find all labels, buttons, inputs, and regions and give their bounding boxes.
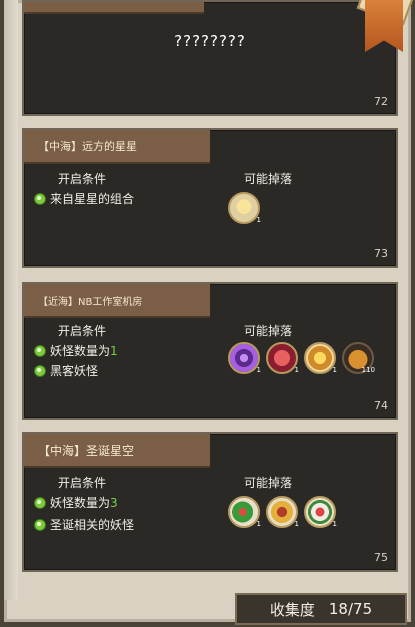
drop-qty: 1 [256, 216, 261, 224]
condition-text: 来自星星的组合 [50, 192, 135, 206]
scene-card-72[interactable]: ???????? 72 [22, 0, 398, 116]
scene-card-74[interactable]: 【近海】NB工作室机房 开启条件 可能掉落 妖怪数量为 1 黑客妖怪 1 1 1… [22, 282, 398, 420]
drop-list: 1 1 1 110 [228, 342, 375, 374]
collection-label: 收集度 [269, 600, 315, 619]
scroll-rail[interactable] [4, 0, 18, 600]
green-dot-icon [34, 192, 46, 205]
card-tab-strip [24, 2, 204, 14]
drop-qty: 1 [294, 520, 299, 528]
condition-item: 黑客妖怪 [34, 362, 98, 379]
purple-swirl-icon[interactable]: 1 [228, 342, 261, 374]
holly-creature-icon[interactable]: 1 [228, 496, 261, 528]
conditions-heading: 开启条件 [58, 324, 107, 338]
candy-cane-icon[interactable]: 1 [304, 496, 337, 528]
drops-heading: 可能掉落 [244, 172, 293, 186]
collection-count: 18/75 [328, 600, 373, 618]
conditions-heading: 开启条件 [58, 476, 107, 490]
condition-value: 3 [110, 495, 118, 510]
conditions-heading: 开启条件 [58, 172, 107, 186]
drop-qty: 1 [256, 520, 261, 528]
card-title-unknown: ???????? [174, 32, 246, 50]
card-number: 74 [374, 399, 388, 412]
condition-text: 妖怪数量为 [50, 496, 111, 510]
drops-heading: 可能掉落 [244, 324, 293, 338]
condition-item: 妖怪数量为 1 [34, 342, 118, 359]
condition-item: 来自星星的组合 [34, 190, 134, 207]
drop-list: 1 1 1 [228, 496, 337, 528]
condition-text: 妖怪数量为 [50, 344, 111, 358]
christmas-bell-icon[interactable]: 1 [266, 496, 299, 528]
condition-value: 1 [110, 343, 118, 358]
condition-text: 圣诞相关的妖怪 [50, 518, 135, 532]
scene-card-75[interactable]: 【中海】圣诞星空 开启条件 可能掉落 妖怪数量为 3 圣诞相关的妖怪 1 1 1… [22, 432, 398, 572]
drop-qty: 1 [256, 366, 261, 374]
card-tab-title: 【中海】远方的星星 [24, 130, 210, 164]
card-tab-title: 【近海】NB工作室机房 [24, 284, 210, 318]
green-dot-icon [34, 496, 46, 509]
condition-text: 黑客妖怪 [50, 364, 99, 378]
star-shard-icon[interactable]: 1 [228, 192, 261, 224]
green-dot-icon [34, 518, 46, 531]
drop-qty: 110 [361, 366, 375, 374]
scene-card-73[interactable]: 【中海】远方的星星 开启条件 可能掉落 来自星星的组合 1 73 [22, 128, 398, 268]
card-tab-title: 【中海】圣诞星空 [24, 434, 210, 468]
drop-list: 1 [228, 192, 261, 224]
green-dot-icon [34, 344, 46, 357]
drop-qty: 1 [332, 366, 337, 374]
card-number: 75 [374, 551, 388, 564]
drop-qty: 1 [294, 366, 299, 374]
drops-heading: 可能掉落 [244, 476, 293, 490]
drop-qty: 1 [332, 520, 337, 528]
card-number: 73 [374, 247, 388, 260]
golden-sun-icon[interactable]: 1 [304, 342, 337, 374]
red-mask-icon[interactable]: 1 [266, 342, 299, 374]
collection-progress: 收集度 18/75 [235, 593, 407, 625]
money-bag-icon[interactable]: 110 [342, 342, 375, 374]
green-dot-icon [34, 364, 46, 377]
condition-item: 妖怪数量为 3 [34, 494, 118, 511]
condition-item: 圣诞相关的妖怪 [34, 516, 134, 533]
card-number: 72 [374, 95, 388, 108]
